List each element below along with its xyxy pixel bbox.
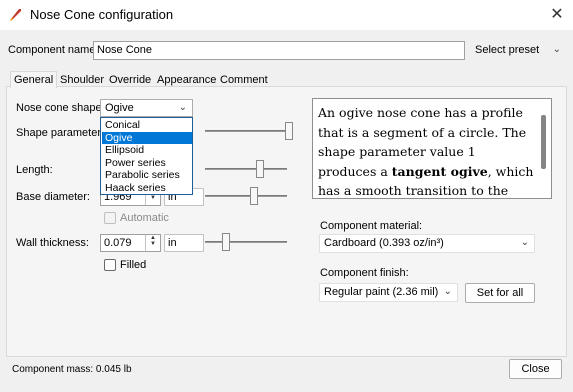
tab-shoulder[interactable]: Shoulder xyxy=(57,72,107,88)
nose-cone-shape-label: Nose cone shape: xyxy=(16,102,105,114)
chevron-down-icon: ⌄ xyxy=(178,102,187,113)
chevron-down-icon: ⌄ xyxy=(443,286,452,297)
rocket-app-icon xyxy=(10,9,21,21)
description-scrollbar[interactable] xyxy=(541,115,546,169)
chevron-down-icon: ⌄ xyxy=(520,237,529,248)
component-name-label: Component name: xyxy=(8,44,99,56)
component-finish-label: Component finish: xyxy=(320,267,409,279)
close-window-icon[interactable]: ✕ xyxy=(546,4,568,26)
description-bold: tangent ogive xyxy=(391,163,488,179)
close-button[interactable]: Close xyxy=(509,359,562,379)
tab-appearance[interactable]: Appearance xyxy=(154,72,219,88)
automatic-label: Automatic xyxy=(120,212,169,224)
shape-option-haack-series[interactable]: Haack series xyxy=(102,182,192,195)
tab-override[interactable]: Override xyxy=(106,72,154,88)
shape-option-conical[interactable]: Conical xyxy=(102,119,192,132)
wall-thickness-value: 0.079 xyxy=(104,237,132,249)
select-preset-dropdown[interactable]: Select preset ⌄ xyxy=(470,41,567,60)
shape-option-power-series[interactable]: Power series xyxy=(102,157,192,170)
length-label: Length: xyxy=(16,164,53,176)
chevron-down-icon: ⌄ xyxy=(552,44,561,55)
component-material-dropdown[interactable]: Cardboard (0.393 oz/in³) ⌄ xyxy=(319,234,535,253)
wall-thickness-spinner-buttons[interactable]: ▲ ▼ xyxy=(145,235,160,251)
shape-description-text: An ogive nose cone has a profile that is… xyxy=(312,98,552,199)
component-material-value: Cardboard (0.393 oz/in³) xyxy=(324,237,444,249)
automatic-checkbox[interactable] xyxy=(104,212,116,224)
wall-thickness-unit[interactable]: in xyxy=(164,234,204,252)
select-preset-label: Select preset xyxy=(475,44,540,56)
base-diameter-slider-track[interactable] xyxy=(205,195,287,197)
shape-parameter-slider-track[interactable] xyxy=(205,130,293,132)
wall-thickness-unit-label: in xyxy=(168,237,177,249)
base-diameter-label: Base diameter: xyxy=(16,191,90,203)
filled-label: Filled xyxy=(120,259,147,271)
component-finish-dropdown[interactable]: Regular paint (2.36 mil) ⌄ xyxy=(319,283,458,302)
shape-option-ellipsoid[interactable]: Ellipsoid xyxy=(102,144,192,157)
window-title: Nose Cone configuration xyxy=(30,7,174,22)
base-diameter-slider-thumb[interactable] xyxy=(250,187,258,205)
nose-cone-shape-dropdown[interactable]: Ogive ⌄ xyxy=(100,99,193,117)
component-name-input[interactable]: Nose Cone xyxy=(93,41,465,60)
length-slider-track[interactable] xyxy=(205,168,287,170)
filled-checkbox[interactable] xyxy=(104,259,116,271)
nose-cone-shape-options-list: Conical Ogive Ellipsoid Power series Par… xyxy=(100,117,193,195)
wall-thickness-label: Wall thickness: xyxy=(16,237,89,249)
wall-thickness-input[interactable]: 0.079 ▲ ▼ xyxy=(100,234,161,252)
nose-cone-shape-selected: Ogive xyxy=(105,102,134,114)
length-slider-thumb[interactable] xyxy=(256,160,264,178)
tab-comment[interactable]: Comment xyxy=(217,72,271,88)
shape-parameter-slider-thumb[interactable] xyxy=(285,122,293,140)
component-material-label: Component material: xyxy=(320,220,423,232)
shape-parameter-label: Shape parameter: xyxy=(16,127,105,139)
component-finish-value: Regular paint (2.36 mil) xyxy=(324,286,439,298)
set-for-all-button[interactable]: Set for all xyxy=(465,283,535,303)
wall-thickness-slider-thumb[interactable] xyxy=(222,233,230,251)
tab-general[interactable]: General xyxy=(10,71,58,88)
shape-option-ogive[interactable]: Ogive xyxy=(102,131,192,144)
wall-thickness-slider-track[interactable] xyxy=(205,241,287,243)
component-mass-text: Component mass: 0.045 lb xyxy=(12,364,132,375)
shape-option-parabolic-series[interactable]: Parabolic series xyxy=(102,169,192,182)
